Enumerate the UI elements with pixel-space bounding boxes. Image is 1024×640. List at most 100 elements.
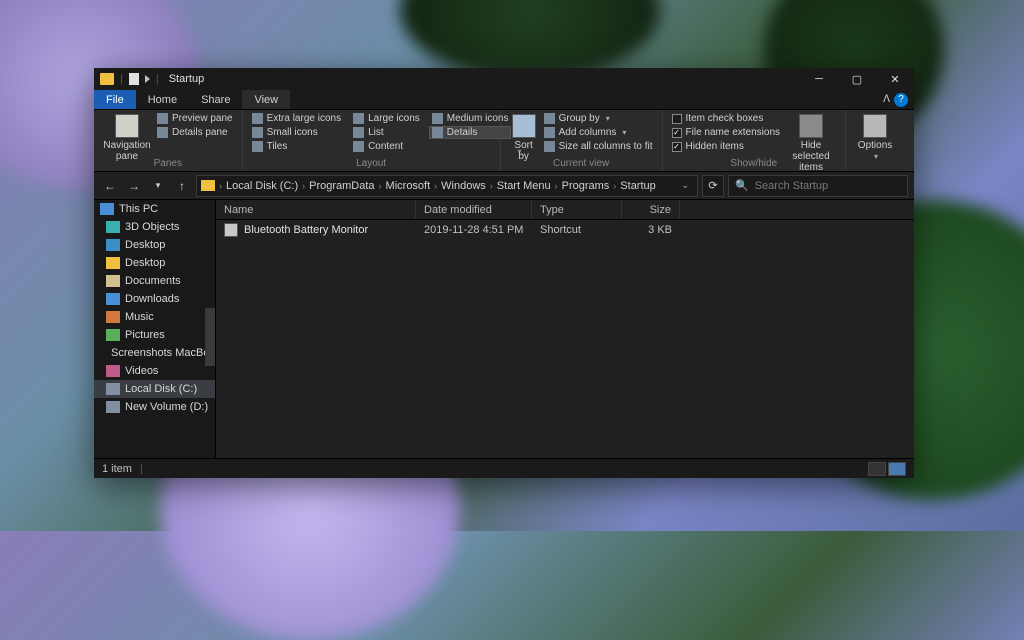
breadcrumb-item[interactable]: Microsoft: [386, 180, 431, 192]
address-bar[interactable]: › Local Disk (C:) › ProgramData › Micros…: [196, 175, 698, 197]
explorer-window: | | Startup ─ ▢ ✕ File Home Share View ᐱ…: [94, 68, 914, 478]
forward-button[interactable]: →: [124, 176, 144, 196]
file-name: Bluetooth Battery Monitor: [244, 224, 368, 236]
sidebar-item-screenshots[interactable]: Screenshots MacBoo: [94, 344, 215, 362]
sidebar-item-music[interactable]: Music: [94, 308, 215, 326]
layout-list[interactable]: List: [350, 126, 423, 139]
sidebar-item-local-disk-c[interactable]: Local Disk (C:): [94, 380, 215, 398]
icons-icon: [252, 113, 263, 124]
window-title: Startup: [169, 73, 204, 85]
group-by-button[interactable]: Group by▾: [541, 112, 656, 125]
search-placeholder: Search Startup: [755, 180, 828, 192]
file-icon: [129, 73, 139, 85]
close-button[interactable]: ✕: [876, 68, 914, 90]
chevron-right-icon: ›: [379, 181, 382, 191]
resize-icon: [544, 141, 555, 152]
item-checkboxes-toggle[interactable]: Item check boxes: [669, 112, 784, 125]
ribbon-group-panes: Navigation pane Preview pane Details pan…: [94, 110, 243, 171]
layout-tiles[interactable]: Tiles: [249, 140, 344, 153]
add-columns-icon: [544, 127, 555, 138]
preview-pane-button[interactable]: Preview pane: [154, 112, 236, 125]
chevron-right-icon: ›: [613, 181, 616, 191]
column-name[interactable]: Name: [216, 200, 416, 219]
checkbox-icon: [672, 114, 682, 124]
sidebar-item-pictures[interactable]: Pictures: [94, 326, 215, 344]
downloads-icon: [106, 293, 120, 305]
layout-extra-large[interactable]: Extra large icons: [249, 112, 344, 125]
column-date[interactable]: Date modified: [416, 200, 532, 219]
scrollbar-thumb[interactable]: [205, 308, 215, 366]
chevron-right-icon: ›: [555, 181, 558, 191]
tab-home[interactable]: Home: [136, 90, 189, 109]
sidebar-item-this-pc[interactable]: This PC: [94, 200, 215, 218]
pictures-icon: [106, 329, 120, 341]
collapse-ribbon-icon[interactable]: ᐱ: [883, 94, 890, 105]
view-details-button[interactable]: [868, 462, 886, 476]
sidebar-item-3d-objects[interactable]: 3D Objects: [94, 218, 215, 236]
sidebar-item-videos[interactable]: Videos: [94, 362, 215, 380]
layout-details[interactable]: Details: [429, 126, 512, 139]
chevron-right-icon: ›: [434, 181, 437, 191]
help-icon[interactable]: ?: [894, 93, 908, 107]
sort-icon: [512, 114, 536, 138]
tab-share[interactable]: Share: [189, 90, 242, 109]
navigation-pane-button[interactable]: Navigation pane: [100, 112, 154, 162]
size-columns-button[interactable]: Size all columns to fit: [541, 140, 656, 153]
title-bar: | | Startup ─ ▢ ✕: [94, 68, 914, 90]
group-label: Panes: [100, 157, 236, 171]
column-type[interactable]: Type: [532, 200, 622, 219]
up-button[interactable]: ↑: [172, 176, 192, 196]
file-extensions-toggle[interactable]: ✓File name extensions: [669, 126, 784, 139]
tab-file[interactable]: File: [94, 90, 136, 109]
folder-icon: [100, 73, 114, 85]
refresh-button[interactable]: ⟳: [702, 175, 724, 197]
preview-pane-icon: [157, 113, 168, 124]
breadcrumb-item[interactable]: Startup: [620, 180, 655, 192]
ribbon-group-show-hide: Item check boxes ✓File name extensions ✓…: [663, 110, 847, 171]
this-pc-icon: [100, 203, 114, 215]
chevron-right-icon: ›: [302, 181, 305, 191]
options-button[interactable]: Options▾: [852, 112, 898, 162]
back-button[interactable]: ←: [100, 176, 120, 196]
navigation-pane: This PC 3D Objects Desktop Desktop Docum…: [94, 200, 216, 458]
chevron-down-icon[interactable]: ⌄: [681, 180, 689, 191]
ribbon: Navigation pane Preview pane Details pan…: [94, 110, 914, 172]
videos-icon: [106, 365, 120, 377]
status-bar: 1 item |: [94, 458, 914, 478]
hide-icon: [799, 114, 823, 138]
sidebar-item-downloads[interactable]: Downloads: [94, 290, 215, 308]
breadcrumb-item[interactable]: Programs: [562, 180, 610, 192]
column-size[interactable]: Size: [622, 200, 680, 219]
minimize-button[interactable]: ─: [800, 68, 838, 90]
search-box[interactable]: 🔍 Search Startup: [728, 175, 908, 197]
separator: |: [156, 73, 159, 85]
sidebar-item-desktop-folder[interactable]: Desktop: [94, 254, 215, 272]
breadcrumb-item[interactable]: ProgramData: [309, 180, 374, 192]
details-pane-button[interactable]: Details pane: [154, 126, 236, 139]
layout-medium[interactable]: Medium icons: [429, 112, 512, 125]
layout-large[interactable]: Large icons: [350, 112, 423, 125]
tab-view[interactable]: View: [242, 90, 290, 109]
folder-icon: [106, 257, 120, 269]
dropdown-icon[interactable]: [145, 75, 150, 83]
breadcrumb-item[interactable]: Windows: [441, 180, 486, 192]
sidebar-item-desktop[interactable]: Desktop: [94, 236, 215, 254]
sort-by-button[interactable]: Sort by: [507, 112, 541, 162]
chevron-right-icon: ›: [219, 181, 222, 191]
add-columns-button[interactable]: Add columns▾: [541, 126, 656, 139]
ribbon-tabs: File Home Share View ᐱ ?: [94, 90, 914, 110]
file-row[interactable]: Bluetooth Battery Monitor 2019-11-28 4:5…: [216, 220, 914, 240]
breadcrumb-item[interactable]: Local Disk (C:): [226, 180, 298, 192]
sidebar-item-documents[interactable]: Documents: [94, 272, 215, 290]
breadcrumb-item[interactable]: Start Menu: [497, 180, 551, 192]
maximize-button[interactable]: ▢: [838, 68, 876, 90]
icons-icon: [353, 113, 364, 124]
layout-small[interactable]: Small icons: [249, 126, 344, 139]
sidebar-item-new-volume-d[interactable]: New Volume (D:): [94, 398, 215, 416]
view-icons-button[interactable]: [888, 462, 906, 476]
file-type: Shortcut: [532, 224, 622, 236]
icons-icon: [252, 127, 263, 138]
layout-content[interactable]: Content: [350, 140, 423, 153]
hidden-items-toggle[interactable]: ✓Hidden items: [669, 140, 784, 153]
recent-locations-button[interactable]: ▾: [148, 176, 168, 196]
